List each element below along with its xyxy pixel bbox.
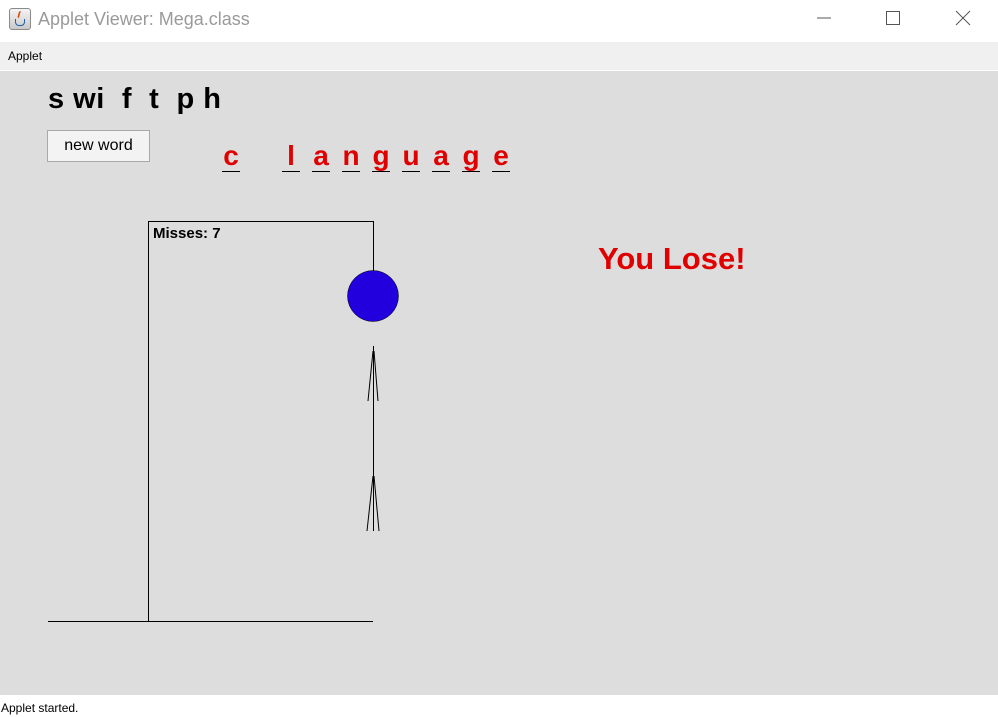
status-bar: Applet started. [0, 695, 998, 717]
hangman-drawing [48, 221, 399, 622]
hangman-left-leg [366, 475, 374, 532]
applet-canvas: s wi f t p h new word c l a n g u a g e … [0, 71, 998, 695]
menu-bar: Applet [0, 42, 998, 70]
maximize-button[interactable] [870, 0, 916, 36]
close-button[interactable] [940, 0, 986, 36]
minimize-icon [817, 17, 831, 19]
game-result-message: You Lose! [598, 241, 746, 276]
title-bar: Applet Viewer: Mega.class [0, 0, 998, 40]
java-cup-icon [9, 8, 31, 30]
hangman-left-arm [367, 350, 374, 402]
menu-applet[interactable]: Applet [8, 49, 42, 63]
hangman-head [347, 270, 399, 322]
hangman-right-arm [373, 350, 379, 402]
misses-counter: Misses: 7 [153, 225, 221, 242]
window-title: Applet Viewer: Mega.class [38, 9, 250, 29]
minimize-button[interactable] [801, 0, 847, 36]
hangman-right-leg [373, 475, 380, 532]
close-icon [955, 10, 971, 26]
maximize-icon [886, 11, 900, 25]
status-text: Applet started. [1, 701, 79, 715]
